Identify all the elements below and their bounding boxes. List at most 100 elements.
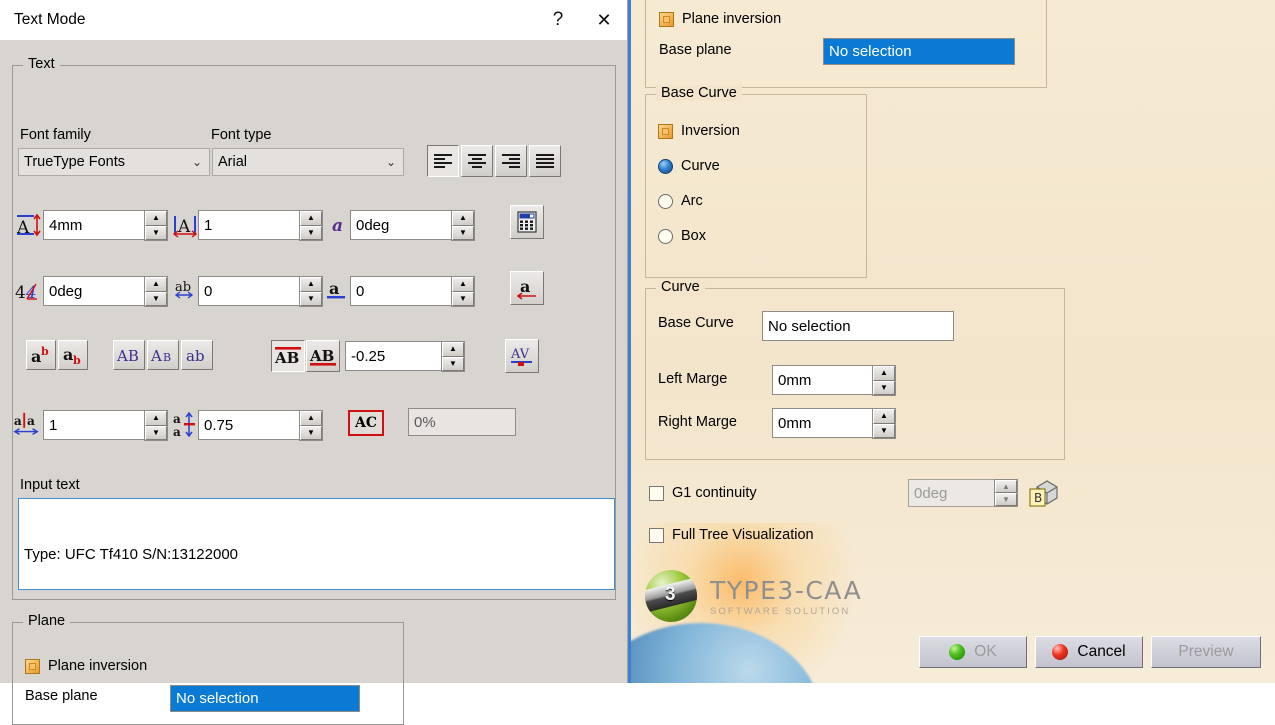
spin-down-icon[interactable]: ▼ [995, 493, 1017, 506]
line-height-ratio-spin[interactable]: ▲ ▼ [299, 410, 323, 441]
align-right-button[interactable] [495, 145, 527, 177]
g1-continuity-row[interactable]: G1 continuity [649, 485, 757, 501]
spin-down-icon[interactable]: ▼ [873, 423, 895, 438]
char-spacing-spin[interactable]: ▲ ▼ [299, 276, 323, 307]
line-height-ratio-stepper[interactable]: 0.75 ▲ ▼ [198, 410, 323, 441]
uppercase-button[interactable]: AB [113, 340, 145, 370]
char-offset-spin[interactable]: ▲ ▼ [451, 276, 475, 307]
base-curve-inversion-row[interactable]: Inversion [658, 123, 740, 139]
spin-up-icon[interactable]: ▲ [300, 411, 322, 426]
chevron-down-icon[interactable]: ⌄ [379, 155, 403, 169]
ok-button[interactable]: OK [919, 636, 1027, 668]
g1-angle-stepper[interactable]: 0deg ▲ ▼ [908, 479, 1018, 507]
full-tree-checkbox[interactable] [649, 527, 664, 543]
font-type-select[interactable]: Arial ⌄ [212, 148, 404, 176]
spin-up-icon[interactable]: ▲ [452, 277, 474, 292]
spin-down-icon[interactable]: ▼ [300, 225, 322, 240]
spin-up-icon[interactable]: ▲ [145, 211, 167, 226]
char-spacing-input[interactable]: 0 [198, 276, 299, 306]
input-text-area[interactable]: Type: UFC Tf410 S/N:13122000 Date: 03/21… [18, 498, 615, 590]
base-plane-field[interactable]: No selection [170, 685, 360, 712]
kerning-input[interactable]: -0.25 [345, 341, 441, 371]
base-curve-option-arc[interactable]: Arc [658, 193, 703, 209]
right-base-plane-field[interactable]: No selection [823, 38, 1015, 65]
right-marge-spin[interactable]: ▲ ▼ [872, 408, 896, 439]
line-height-ratio-input[interactable]: 0.75 [198, 410, 299, 440]
spin-down-icon[interactable]: ▼ [300, 291, 322, 306]
spin-up-icon[interactable]: ▲ [873, 409, 895, 424]
spin-down-icon[interactable]: ▼ [442, 356, 464, 371]
text-width-input[interactable]: 1 [198, 210, 299, 240]
calculator-button[interactable] [510, 205, 544, 239]
char-offset-stepper[interactable]: 0 ▲ ▼ [350, 276, 475, 307]
right-plane-inversion-row[interactable]: Plane inversion [659, 11, 781, 27]
spin-down-icon[interactable]: ▼ [873, 380, 895, 395]
text-slant-spin[interactable]: ▲ ▼ [144, 276, 168, 307]
text-direction-button[interactable]: a [510, 271, 544, 305]
close-icon[interactable]: ✕ [581, 0, 627, 40]
spin-up-icon[interactable]: ▲ [873, 366, 895, 381]
base-curve-option-curve[interactable]: Curve [658, 158, 720, 174]
superscript-button[interactable]: a b [26, 340, 56, 370]
left-marge-spin[interactable]: ▲ ▼ [872, 365, 896, 396]
underline-button[interactable]: AB [306, 340, 340, 372]
char-spacing-stepper[interactable]: 0 ▲ ▼ [198, 276, 323, 307]
spin-up-icon[interactable]: ▲ [442, 342, 464, 357]
text-height-input[interactable]: 4mm [43, 210, 144, 240]
text-italic-angle-spin[interactable]: ▲ ▼ [451, 210, 475, 241]
text-width-stepper[interactable]: 1 ▲ ▼ [198, 210, 323, 241]
text-height-spin[interactable]: ▲ ▼ [144, 210, 168, 241]
smallcaps-button[interactable]: A B [147, 340, 179, 370]
text-height-stepper[interactable]: 4mm ▲ ▼ [43, 210, 168, 241]
char-offset-input[interactable]: 0 [350, 276, 451, 306]
align-center-button[interactable] [461, 145, 493, 177]
plane-inversion-checkbox[interactable] [659, 11, 674, 27]
right-marge-input[interactable]: 0mm [772, 408, 872, 438]
left-marge-stepper[interactable]: 0mm ▲ ▼ [772, 365, 896, 396]
align-justify-button[interactable] [529, 145, 561, 177]
spin-down-icon[interactable]: ▼ [452, 225, 474, 240]
spin-down-icon[interactable]: ▼ [452, 291, 474, 306]
inversion-checkbox[interactable] [658, 123, 673, 139]
text-slant-input[interactable]: 0deg [43, 276, 144, 306]
plane-inversion-checkbox[interactable] [25, 658, 40, 674]
subscript-button[interactable]: a b [58, 340, 88, 370]
radio-box[interactable] [658, 228, 673, 244]
help-icon[interactable]: ? [535, 0, 581, 40]
font-family-select[interactable]: TrueType Fonts ⌄ [18, 148, 210, 176]
text-italic-angle-stepper[interactable]: 0deg ▲ ▼ [350, 210, 475, 241]
spin-up-icon[interactable]: ▲ [145, 277, 167, 292]
chevron-down-icon[interactable]: ⌄ [185, 155, 209, 169]
kerning-button[interactable]: AV [505, 339, 539, 373]
spin-down-icon[interactable]: ▼ [145, 291, 167, 306]
base-curve-option-box[interactable]: Box [658, 228, 706, 244]
spin-up-icon[interactable]: ▲ [300, 277, 322, 292]
alignment-button-group[interactable] [427, 145, 561, 177]
spin-up-icon[interactable]: ▲ [300, 211, 322, 226]
text-italic-angle-input[interactable]: 0deg [350, 210, 451, 240]
spin-up-icon[interactable]: ▲ [995, 480, 1017, 493]
right-marge-stepper[interactable]: 0mm ▲ ▼ [772, 408, 896, 439]
base-curve-field[interactable]: No selection [762, 311, 954, 341]
spin-down-icon[interactable]: ▼ [300, 425, 322, 440]
line-spacing-spin[interactable]: ▲ ▼ [144, 410, 168, 441]
line-spacing-stepper[interactable]: 1 ▲ ▼ [43, 410, 168, 441]
kerning-stepper[interactable]: -0.25 ▲ ▼ [345, 341, 465, 372]
full-tree-visualization-row[interactable]: Full Tree Visualization [649, 527, 814, 543]
text-slant-stepper[interactable]: 0deg ▲ ▼ [43, 276, 168, 307]
autocorrect-button[interactable]: AC [348, 410, 384, 436]
kerning-spin[interactable]: ▲ ▼ [441, 341, 465, 372]
radio-curve[interactable] [658, 158, 673, 174]
line-spacing-input[interactable]: 1 [43, 410, 144, 440]
g1-continuity-checkbox[interactable] [649, 485, 664, 501]
g1-angle-input[interactable]: 0deg [908, 479, 994, 507]
spin-up-icon[interactable]: ▲ [145, 411, 167, 426]
spin-down-icon[interactable]: ▼ [145, 425, 167, 440]
g1-angle-spin[interactable]: ▲ ▼ [994, 479, 1018, 507]
radio-arc[interactable] [658, 193, 673, 209]
plane-inversion-row[interactable]: Plane inversion [25, 658, 147, 674]
text-width-spin[interactable]: ▲ ▼ [299, 210, 323, 241]
spin-up-icon[interactable]: ▲ [452, 211, 474, 226]
cancel-button[interactable]: Cancel [1035, 636, 1143, 668]
align-left-button[interactable] [427, 145, 459, 177]
